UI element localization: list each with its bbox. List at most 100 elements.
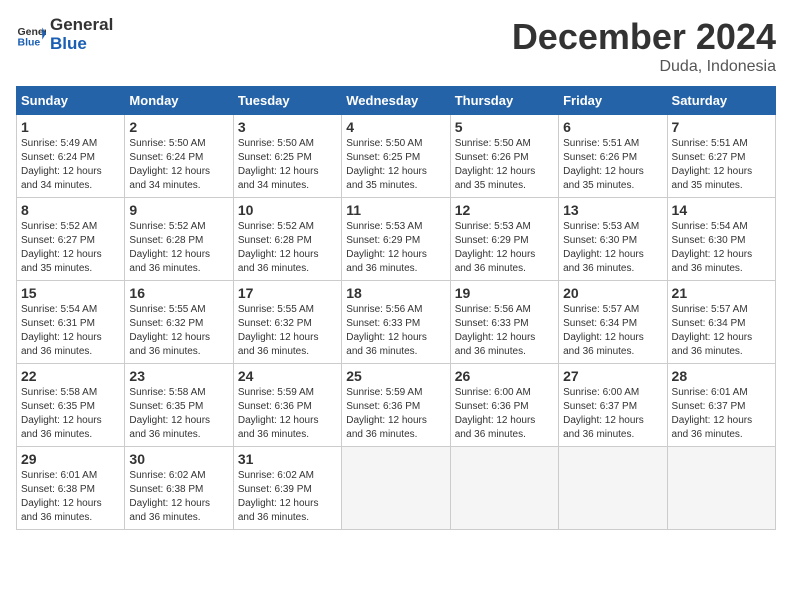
calendar-cell: 21 Sunrise: 5:57 AM Sunset: 6:34 PM Dayl… — [667, 281, 775, 364]
calendar-cell: 18 Sunrise: 5:56 AM Sunset: 6:33 PM Dayl… — [342, 281, 450, 364]
day-number: 21 — [672, 285, 771, 301]
day-info: Sunrise: 5:51 AM Sunset: 6:27 PM Dayligh… — [672, 137, 771, 193]
day-number: 3 — [238, 119, 337, 135]
calendar-cell: 25 Sunrise: 5:59 AM Sunset: 6:36 PM Dayl… — [342, 364, 450, 447]
day-info: Sunrise: 5:52 AM Sunset: 6:28 PM Dayligh… — [129, 220, 228, 276]
logo-icon: General Blue — [16, 20, 46, 50]
week-row-4: 22 Sunrise: 5:58 AM Sunset: 6:35 PM Dayl… — [17, 364, 776, 447]
day-info: Sunrise: 6:01 AM Sunset: 6:37 PM Dayligh… — [672, 386, 771, 442]
day-number: 12 — [455, 202, 554, 218]
calendar-cell: 12 Sunrise: 5:53 AM Sunset: 6:29 PM Dayl… — [450, 198, 558, 281]
day-number: 29 — [21, 451, 120, 467]
day-number: 10 — [238, 202, 337, 218]
day-header-wednesday: Wednesday — [342, 87, 450, 115]
calendar-cell: 16 Sunrise: 5:55 AM Sunset: 6:32 PM Dayl… — [125, 281, 233, 364]
day-number: 7 — [672, 119, 771, 135]
day-header-saturday: Saturday — [667, 87, 775, 115]
week-row-1: 1 Sunrise: 5:49 AM Sunset: 6:24 PM Dayli… — [17, 115, 776, 198]
calendar-table: SundayMondayTuesdayWednesdayThursdayFrid… — [16, 86, 776, 530]
week-row-2: 8 Sunrise: 5:52 AM Sunset: 6:27 PM Dayli… — [17, 198, 776, 281]
day-info: Sunrise: 5:59 AM Sunset: 6:36 PM Dayligh… — [238, 386, 337, 442]
day-info: Sunrise: 6:00 AM Sunset: 6:37 PM Dayligh… — [563, 386, 662, 442]
day-number: 13 — [563, 202, 662, 218]
day-number: 27 — [563, 368, 662, 384]
calendar-cell: 8 Sunrise: 5:52 AM Sunset: 6:27 PM Dayli… — [17, 198, 125, 281]
day-number: 31 — [238, 451, 337, 467]
calendar-cell: 2 Sunrise: 5:50 AM Sunset: 6:24 PM Dayli… — [125, 115, 233, 198]
calendar-cell — [450, 447, 558, 530]
day-info: Sunrise: 5:57 AM Sunset: 6:34 PM Dayligh… — [672, 303, 771, 359]
calendar-cell: 24 Sunrise: 5:59 AM Sunset: 6:36 PM Dayl… — [233, 364, 341, 447]
day-info: Sunrise: 6:02 AM Sunset: 6:38 PM Dayligh… — [129, 469, 228, 525]
day-info: Sunrise: 5:57 AM Sunset: 6:34 PM Dayligh… — [563, 303, 662, 359]
day-info: Sunrise: 5:50 AM Sunset: 6:25 PM Dayligh… — [238, 137, 337, 193]
day-number: 20 — [563, 285, 662, 301]
day-number: 8 — [21, 202, 120, 218]
day-number: 9 — [129, 202, 228, 218]
day-number: 4 — [346, 119, 445, 135]
day-info: Sunrise: 5:49 AM Sunset: 6:24 PM Dayligh… — [21, 137, 120, 193]
day-number: 6 — [563, 119, 662, 135]
day-header-tuesday: Tuesday — [233, 87, 341, 115]
logo-general-text: General — [50, 16, 113, 35]
day-number: 28 — [672, 368, 771, 384]
day-number: 15 — [21, 285, 120, 301]
day-info: Sunrise: 5:56 AM Sunset: 6:33 PM Dayligh… — [346, 303, 445, 359]
calendar-cell: 15 Sunrise: 5:54 AM Sunset: 6:31 PM Dayl… — [17, 281, 125, 364]
location-subtitle: Duda, Indonesia — [512, 58, 776, 76]
calendar-cell: 31 Sunrise: 6:02 AM Sunset: 6:39 PM Dayl… — [233, 447, 341, 530]
calendar-cell — [559, 447, 667, 530]
day-number: 14 — [672, 202, 771, 218]
day-info: Sunrise: 5:50 AM Sunset: 6:25 PM Dayligh… — [346, 137, 445, 193]
svg-text:Blue: Blue — [18, 36, 41, 48]
day-header-monday: Monday — [125, 87, 233, 115]
calendar-cell — [342, 447, 450, 530]
day-number: 26 — [455, 368, 554, 384]
day-info: Sunrise: 6:02 AM Sunset: 6:39 PM Dayligh… — [238, 469, 337, 525]
day-number: 22 — [21, 368, 120, 384]
calendar-cell: 30 Sunrise: 6:02 AM Sunset: 6:38 PM Dayl… — [125, 447, 233, 530]
day-header-friday: Friday — [559, 87, 667, 115]
calendar-cell: 27 Sunrise: 6:00 AM Sunset: 6:37 PM Dayl… — [559, 364, 667, 447]
calendar-cell: 1 Sunrise: 5:49 AM Sunset: 6:24 PM Dayli… — [17, 115, 125, 198]
day-header-thursday: Thursday — [450, 87, 558, 115]
day-info: Sunrise: 5:59 AM Sunset: 6:36 PM Dayligh… — [346, 386, 445, 442]
day-info: Sunrise: 6:01 AM Sunset: 6:38 PM Dayligh… — [21, 469, 120, 525]
title-area: December 2024 Duda, Indonesia — [512, 16, 776, 76]
day-number: 25 — [346, 368, 445, 384]
day-info: Sunrise: 5:58 AM Sunset: 6:35 PM Dayligh… — [129, 386, 228, 442]
day-info: Sunrise: 5:52 AM Sunset: 6:27 PM Dayligh… — [21, 220, 120, 276]
day-info: Sunrise: 6:00 AM Sunset: 6:36 PM Dayligh… — [455, 386, 554, 442]
calendar-cell: 20 Sunrise: 5:57 AM Sunset: 6:34 PM Dayl… — [559, 281, 667, 364]
day-info: Sunrise: 5:53 AM Sunset: 6:29 PM Dayligh… — [346, 220, 445, 276]
calendar-cell: 28 Sunrise: 6:01 AM Sunset: 6:37 PM Dayl… — [667, 364, 775, 447]
day-info: Sunrise: 5:56 AM Sunset: 6:33 PM Dayligh… — [455, 303, 554, 359]
calendar-cell: 5 Sunrise: 5:50 AM Sunset: 6:26 PM Dayli… — [450, 115, 558, 198]
day-number: 17 — [238, 285, 337, 301]
calendar-cell: 11 Sunrise: 5:53 AM Sunset: 6:29 PM Dayl… — [342, 198, 450, 281]
calendar-cell: 22 Sunrise: 5:58 AM Sunset: 6:35 PM Dayl… — [17, 364, 125, 447]
day-info: Sunrise: 5:52 AM Sunset: 6:28 PM Dayligh… — [238, 220, 337, 276]
day-number: 5 — [455, 119, 554, 135]
day-info: Sunrise: 5:55 AM Sunset: 6:32 PM Dayligh… — [129, 303, 228, 359]
day-info: Sunrise: 5:53 AM Sunset: 6:29 PM Dayligh… — [455, 220, 554, 276]
day-number: 2 — [129, 119, 228, 135]
day-info: Sunrise: 5:50 AM Sunset: 6:26 PM Dayligh… — [455, 137, 554, 193]
day-number: 30 — [129, 451, 228, 467]
calendar-cell: 3 Sunrise: 5:50 AM Sunset: 6:25 PM Dayli… — [233, 115, 341, 198]
day-info: Sunrise: 5:51 AM Sunset: 6:26 PM Dayligh… — [563, 137, 662, 193]
day-info: Sunrise: 5:55 AM Sunset: 6:32 PM Dayligh… — [238, 303, 337, 359]
day-header-sunday: Sunday — [17, 87, 125, 115]
day-number: 16 — [129, 285, 228, 301]
calendar-cell: 26 Sunrise: 6:00 AM Sunset: 6:36 PM Dayl… — [450, 364, 558, 447]
month-year-title: December 2024 — [512, 16, 776, 58]
day-info: Sunrise: 5:53 AM Sunset: 6:30 PM Dayligh… — [563, 220, 662, 276]
week-row-3: 15 Sunrise: 5:54 AM Sunset: 6:31 PM Dayl… — [17, 281, 776, 364]
calendar-cell: 23 Sunrise: 5:58 AM Sunset: 6:35 PM Dayl… — [125, 364, 233, 447]
week-row-5: 29 Sunrise: 6:01 AM Sunset: 6:38 PM Dayl… — [17, 447, 776, 530]
calendar-cell: 14 Sunrise: 5:54 AM Sunset: 6:30 PM Dayl… — [667, 198, 775, 281]
day-number: 23 — [129, 368, 228, 384]
day-info: Sunrise: 5:54 AM Sunset: 6:30 PM Dayligh… — [672, 220, 771, 276]
day-number: 19 — [455, 285, 554, 301]
calendar-cell: 29 Sunrise: 6:01 AM Sunset: 6:38 PM Dayl… — [17, 447, 125, 530]
